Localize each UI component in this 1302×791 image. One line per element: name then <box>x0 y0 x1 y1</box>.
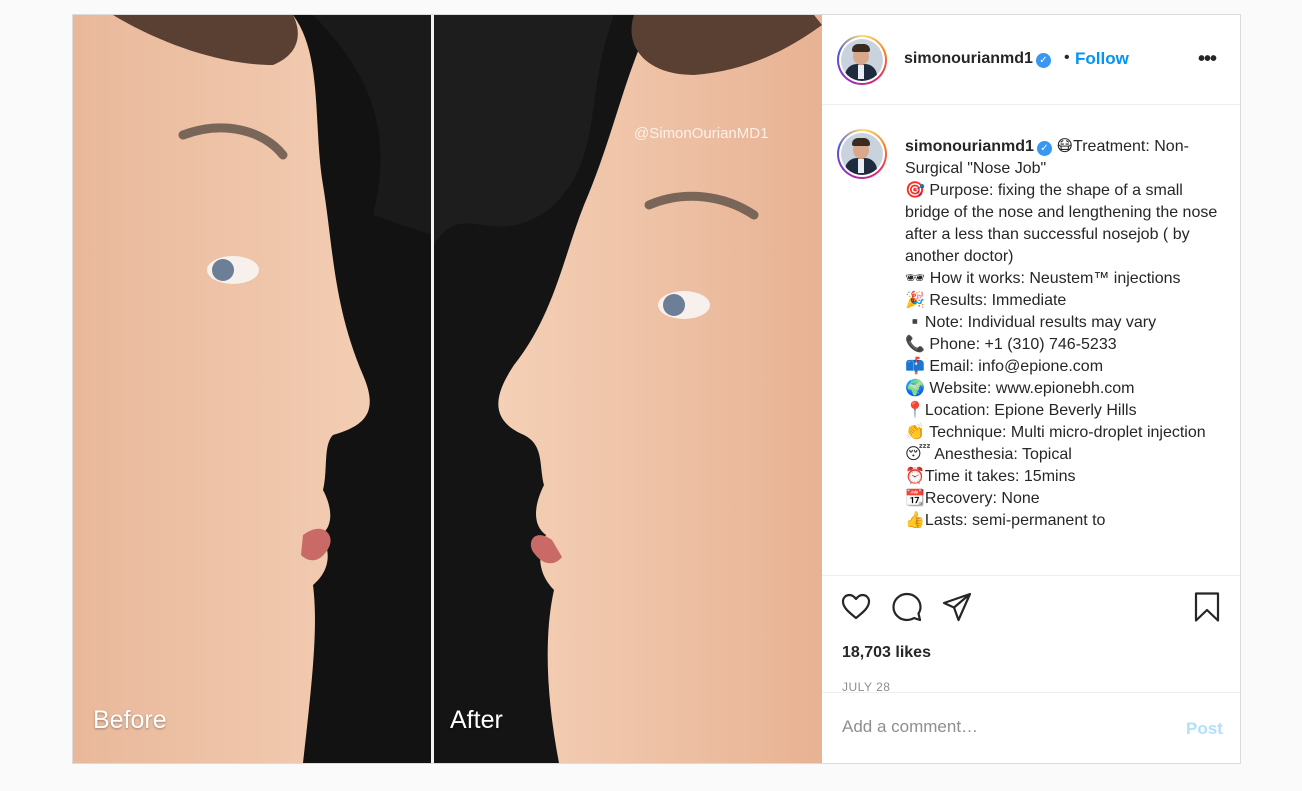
caption-line: 📍Location: Epione Beverly Hills <box>905 402 1137 419</box>
before-label: Before <box>93 706 167 734</box>
bookmark-icon[interactable] <box>1191 591 1223 623</box>
caption-line: 📞 Phone: +1 (310) 746-5233 <box>905 336 1117 353</box>
comment-input[interactable] <box>842 717 1162 737</box>
share-icon[interactable] <box>941 591 973 623</box>
before-photo: Before <box>73 15 431 763</box>
caption-line: ⏰Time it takes: 15mins <box>905 468 1076 485</box>
comment-bar: Post <box>822 692 1240 763</box>
comments-section[interactable]: simonourianmd1 ✓ 😷Treatment: Non-Surgical… <box>822 106 1240 576</box>
avatar[interactable] <box>837 35 887 85</box>
avatar-photo <box>841 133 883 175</box>
verified-badge-icon: ✓ <box>1036 141 1052 156</box>
caption-avatar[interactable] <box>837 129 887 179</box>
after-label: After <box>450 706 503 734</box>
caption-line: 🌍 Website: www.epionebh.com <box>905 380 1135 397</box>
caption-line: 📆Recovery: None <box>905 490 1040 507</box>
photo-watermark: @SimonOurianMD1 <box>634 125 769 142</box>
post-image[interactable]: Before @SimonOurianMD1 After <box>73 15 822 763</box>
instagram-post: Before @SimonOurianMD1 After simonourian… <box>72 14 1241 764</box>
like-count[interactable]: 18,703 likes <box>842 644 931 662</box>
caption-line: 🎯 Purpose: fixing the shape of a small b… <box>905 182 1222 265</box>
caption-line: 👏 Technique: Multi micro-droplet injecti… <box>905 424 1206 441</box>
post-comment-button[interactable]: Post <box>1186 719 1223 739</box>
caption-username[interactable]: simonourianmd1 <box>905 138 1034 155</box>
caption-line: 🕶 How it works: Neustem™ injections <box>905 270 1181 287</box>
heart-icon[interactable] <box>840 591 872 623</box>
verified-badge-icon: ✓ <box>1035 53 1051 68</box>
comment-icon[interactable] <box>891 591 923 623</box>
separator-dot: • <box>1064 49 1070 66</box>
caption-line: 📫 Email: info@epione.com <box>905 358 1104 375</box>
header-username[interactable]: simonourianmd1 ✓ <box>904 50 1051 68</box>
post-header: simonourianmd1 ✓ • Follow ••• <box>822 15 1240 105</box>
post-sidebar: simonourianmd1 ✓ • Follow ••• simonourian… <box>822 15 1240 763</box>
more-options-icon[interactable]: ••• <box>1198 48 1217 71</box>
before-face-illustration <box>73 15 431 763</box>
caption-line: 😴 Anesthesia: Topical <box>905 446 1072 463</box>
post-caption: simonourianmd1 ✓ 😷Treatment: Non-Surgical… <box>905 136 1220 532</box>
after-photo: @SimonOurianMD1 After <box>434 15 822 763</box>
caption-line: 👍Lasts: semi-permanent to <box>905 512 1106 529</box>
caption-line: 🎉 Results: Immediate <box>905 292 1067 309</box>
avatar-photo <box>841 39 883 81</box>
follow-button[interactable]: Follow <box>1075 49 1129 69</box>
caption-line: ▪️Note: Individual results may vary <box>905 314 1157 331</box>
